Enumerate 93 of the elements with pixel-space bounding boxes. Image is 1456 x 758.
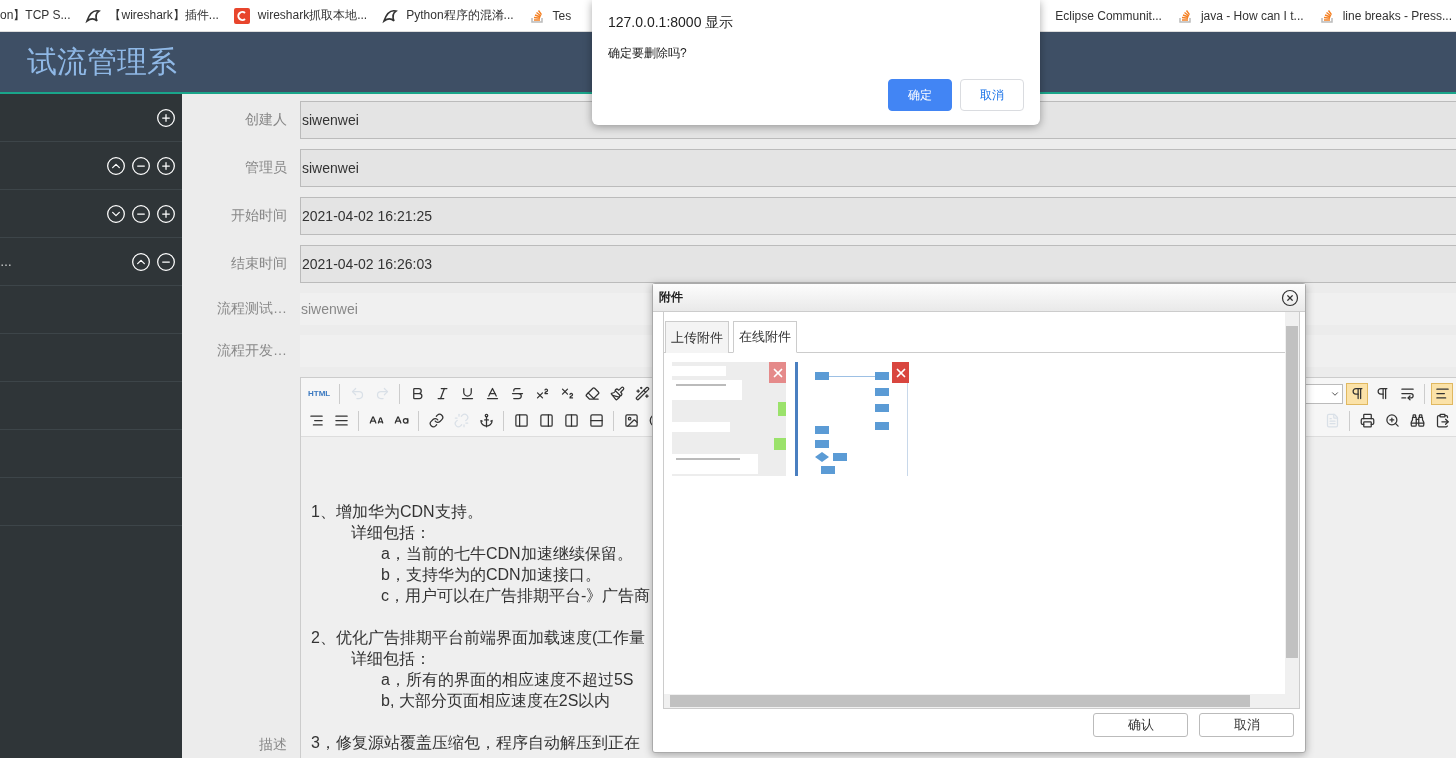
editor-text-line: 3，修复源站覆盖压缩包，程序自动解压到正在 [311,733,640,753]
html-button[interactable]: HTML [305,382,334,405]
collapse-icon[interactable] [106,155,126,176]
undo-icon [349,386,365,401]
document-icon [1324,413,1340,428]
editor-text-line: b，支持华为的CDN加速接口。 [381,565,601,585]
field-label: 开始时间 [230,206,288,225]
binoculars-icon [1409,413,1425,428]
editor-text-line: a，所有的界面的相应速度不超过5S [381,670,634,690]
add-icon[interactable] [156,155,176,176]
confirm-button[interactable]: 确定 [888,79,952,111]
horizontal-scrollbar[interactable] [664,694,1285,708]
add-icon[interactable] [156,107,176,128]
unlink-icon [453,413,469,428]
input-field[interactable]: 2021-04-02 16:26:03 [300,245,1456,283]
editor-text-line: b, 大部分页面相应速度在2S以内 [381,691,611,711]
float-left-icon [513,413,529,428]
tab[interactable]: 上传附件 [665,321,729,353]
dialog-button[interactable]: 确认 [1093,713,1188,737]
field-label: 描述 [258,735,288,754]
bookmark[interactable]: wireshark抓取本地... [233,7,368,24]
alert-title: 127.0.0.1:8000 显示 [608,14,735,32]
stack-icon [1176,7,1193,24]
editor-text-line: c，用户可以在广告排期平台-》广告商 [381,586,651,606]
field-label: 结束时间 [230,254,288,273]
bookmark[interactable]: Python程序的混淆... [382,7,514,24]
expand-icon[interactable] [106,203,126,224]
stack-icon [528,7,545,24]
pilcrow-icon [1374,386,1390,401]
underline-icon [459,386,475,401]
columns-icon [563,413,579,428]
cancel-button[interactable]: 取消 [960,79,1024,111]
dialog-title: 附件 [659,289,683,306]
fish-fin-icon [85,7,102,24]
zoom-icon [1384,413,1400,428]
sidebar-item[interactable]: … [0,238,182,286]
remove-icon[interactable] [131,203,151,224]
bookmark[interactable]: Eclipse Communit... [1055,8,1162,23]
add-icon[interactable] [156,203,176,224]
anchor-icon [478,413,494,428]
align-left-icon [1434,386,1450,401]
editor-text-line: 1、增加华为CDN支持。 [311,502,483,522]
redo-icon [374,386,390,401]
magic-wand-icon [634,386,650,401]
strikethrough-icon [509,386,525,401]
eraser-icon [584,386,600,401]
field-label: 流程测试… [216,299,288,318]
pilcrow-button[interactable] [1346,382,1368,405]
image-icon [623,413,639,428]
editor-text-line: 2、优化广告排期平台前端界面加载速度(工作量 [311,628,646,648]
align-left-button[interactable] [1431,382,1453,405]
editor-text-line: 详细包括： [351,649,431,669]
wrap-text-icon [1399,386,1415,401]
align-right-icon [308,413,324,428]
remove-icon[interactable] [156,251,176,272]
input-field[interactable]: siwenwei [300,149,1456,187]
bookmark[interactable]: line breaks - Press... [1318,7,1452,24]
editor-text-line: 详细包括： [351,523,431,543]
editor-text-line: a，当前的七牛CDN加速继续保留。 [381,544,633,564]
sidebar-item-label: … [0,254,12,269]
rows-icon [588,413,604,428]
field-label: 管理员 [244,158,288,177]
app-title: 试流管理系 [27,43,177,80]
delete-button[interactable] [892,362,909,383]
pilcrow-icon [1349,386,1365,401]
tab[interactable]: 在线附件 [733,321,797,353]
stack-icon [1318,7,1335,24]
bookmark[interactable]: 【wireshark】插件... [85,7,219,24]
dialog-button[interactable]: 取消 [1199,713,1294,737]
remove-icon[interactable] [131,155,151,176]
justify-icon [333,413,349,428]
printer-icon [1359,413,1375,428]
bookmark[interactable]: Tes [528,7,572,24]
paintbrush-icon [609,386,625,401]
italic-icon [434,386,450,401]
bookmark[interactable]: java - How can I t... [1176,7,1304,24]
superscript-icon [534,386,550,401]
field-label: 流程开发… [216,341,288,360]
alert-message: 确定要删除吗? [608,45,688,62]
close-button[interactable] [1281,288,1299,307]
c-logo-icon [233,7,250,24]
input-field[interactable]: 2021-04-02 16:21:25 [300,197,1456,235]
subscript-icon [559,386,575,401]
field-label: 创建人 [244,110,288,129]
float-right-icon [538,413,554,428]
paste-icon [1434,413,1450,428]
link-icon [428,413,444,428]
fish-fin-icon [382,7,399,24]
close-icon [1281,288,1299,307]
collapse-icon[interactable] [131,251,151,272]
font-color-icon [484,386,500,401]
vertical-scrollbar[interactable] [1285,312,1299,708]
bookmark[interactable]: on】TCP S... [0,7,71,24]
